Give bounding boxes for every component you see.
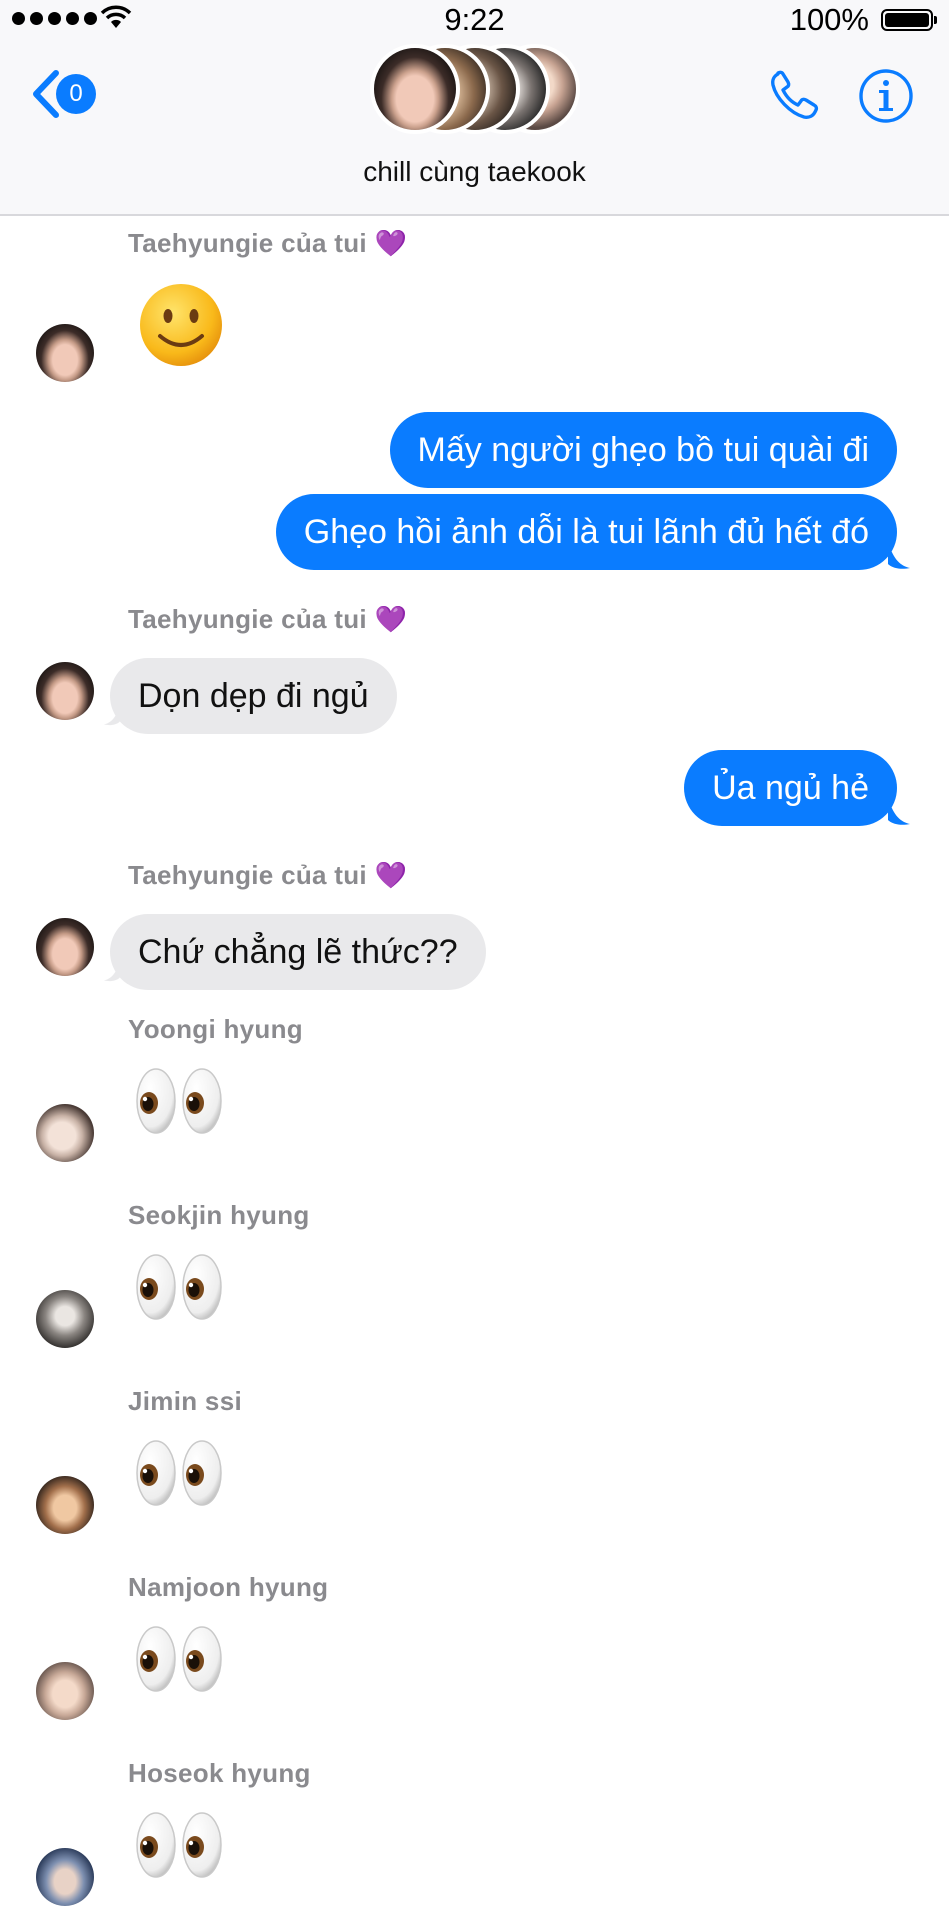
outgoing-message[interactable]: Ghẹo hồi ảnh dỗi là tui lãnh đủ hết đó <box>275 494 897 570</box>
eyes-emoji[interactable] <box>134 1438 226 1513</box>
avatar[interactable] <box>36 1662 94 1720</box>
bubble-tail <box>103 960 120 982</box>
sender-name: Jimin ssi <box>128 1386 242 1416</box>
eyes-emoji[interactable] <box>134 1066 226 1141</box>
sender-name: Seokjin hyung <box>128 1200 310 1230</box>
group-avatars[interactable] <box>370 44 580 136</box>
phone-icon <box>771 70 819 119</box>
avatar[interactable] <box>36 1104 94 1162</box>
conversation-title[interactable]: chill cùng taekook <box>0 156 949 188</box>
sender-name: Hoseok hyung <box>128 1758 311 1788</box>
bubble-tail <box>888 540 910 569</box>
unread-badge: 0 <box>56 74 96 114</box>
bubble-tail <box>888 796 910 825</box>
bubble-tail <box>103 704 120 726</box>
info-button[interactable] <box>856 66 916 126</box>
avatar[interactable] <box>36 662 94 720</box>
outgoing-message[interactable]: Ủa ngủ hẻ <box>684 750 897 826</box>
eyes-emoji[interactable] <box>134 1810 226 1885</box>
avatar[interactable] <box>36 918 94 976</box>
battery-icon <box>881 9 937 31</box>
outgoing-message[interactable]: Mấy người ghẹo bồ tui quài đi <box>389 412 897 488</box>
smile-emoji[interactable] <box>138 282 224 368</box>
avatar[interactable] <box>36 1476 94 1534</box>
sender-name: Taehyungie của tui 💜 <box>128 604 408 634</box>
info-icon <box>859 69 913 123</box>
sender-name: Taehyungie của tui 💜 <box>128 860 408 890</box>
sender-name: Namjoon hyung <box>128 1572 329 1602</box>
incoming-message[interactable]: Chứ chẳng lẽ thức?? <box>110 914 486 990</box>
sender-name: Yoongi hyung <box>128 1014 303 1044</box>
avatar[interactable] <box>36 1848 94 1906</box>
incoming-message[interactable]: Dọn dẹp đi ngủ <box>110 658 397 734</box>
status-bar: 9:22 100% <box>0 0 949 40</box>
sender-name: Taehyungie của tui 💜 <box>128 228 408 258</box>
avatar[interactable] <box>36 1290 94 1348</box>
avatar[interactable] <box>36 324 94 382</box>
eyes-emoji[interactable] <box>134 1252 226 1327</box>
battery-percent: 100% <box>789 2 869 37</box>
call-button[interactable] <box>764 66 824 126</box>
avatar <box>370 44 460 134</box>
back-button[interactable]: 0 <box>30 66 96 122</box>
eyes-emoji[interactable] <box>134 1624 226 1699</box>
